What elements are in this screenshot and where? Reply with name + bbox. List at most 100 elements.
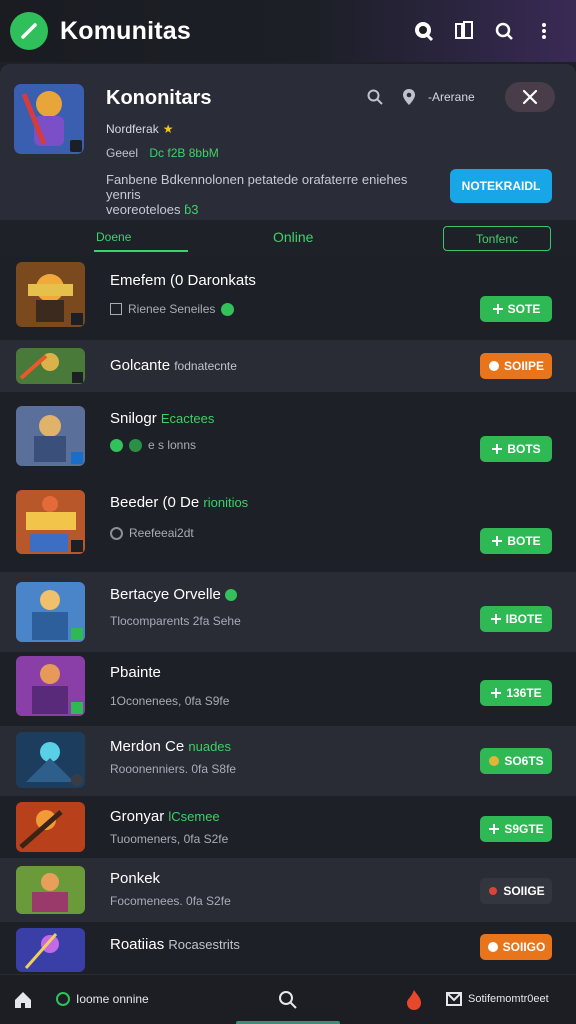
location-pin-icon[interactable] bbox=[400, 88, 418, 106]
item-action-button[interactable]: 136TE bbox=[480, 680, 552, 706]
nav-messages-label: Sotifemomtr0eet bbox=[468, 993, 549, 1005]
item-title-tag: rionitios bbox=[203, 495, 249, 510]
nav-search-icon[interactable] bbox=[278, 990, 298, 1010]
community-sub: Geeel Dc f2B 8bbM bbox=[106, 146, 219, 160]
community-sub-label: Geeel bbox=[106, 146, 139, 160]
plus-icon bbox=[490, 614, 501, 624]
item-subtitle: Tlocomparents 2fa Sehe bbox=[110, 614, 241, 628]
item-subtitle: Rooonenniers. 0fa S8fe bbox=[110, 762, 236, 776]
community-description-line2: veoreoteloes bbox=[106, 202, 181, 217]
item-title-suffix: Rocasestrits bbox=[168, 937, 240, 952]
flame-icon[interactable] bbox=[404, 989, 424, 1011]
item-title-text: Roatiias bbox=[110, 936, 165, 953]
item-thumbnail bbox=[16, 348, 85, 384]
item-action-button[interactable]: BOTS bbox=[480, 436, 552, 462]
item-action-button[interactable]: SOIIPE bbox=[480, 353, 552, 379]
tab-doene[interactable]: Doene bbox=[96, 230, 131, 244]
item-title: Emefem (0 Daronkats bbox=[110, 272, 256, 289]
item-subtitle-text: Reefeeai2dt bbox=[129, 526, 194, 540]
item-subtitle: Reefeeai2dt bbox=[110, 526, 194, 540]
list-item[interactable]: Ponkek Focomenees. 0fa S2fe SOIIGE bbox=[0, 858, 576, 922]
list-item[interactable]: Pbainte 1Oconenees, 0fa S9fe 136TE bbox=[0, 652, 576, 724]
list-item[interactable]: Roatiias Rocasestrits SOIIGO bbox=[0, 922, 576, 974]
star-icon: ★ bbox=[162, 122, 174, 136]
item-subtitle: Tuoomeners, 0fa S2fe bbox=[110, 832, 228, 846]
tab-online[interactable]: Online bbox=[273, 229, 313, 245]
plus-icon bbox=[492, 304, 503, 314]
item-action-label: SOIIPE bbox=[503, 359, 544, 373]
item-action-button[interactable]: S9GTE bbox=[480, 816, 552, 842]
home-icon[interactable] bbox=[12, 989, 34, 1011]
chat-icon[interactable] bbox=[412, 19, 436, 43]
item-action-label: IBOTE bbox=[505, 612, 543, 626]
member-list: Emefem (0 Daronkats Rienee Seneiles SOTE… bbox=[0, 256, 576, 974]
bottom-nav: Ioome onnine Sotifemomtr0eet bbox=[0, 974, 576, 1024]
list-item[interactable]: Gronyar lCsemee Tuoomeners, 0fa S2fe S9G… bbox=[0, 796, 576, 858]
item-action-button[interactable]: SOTE bbox=[480, 296, 552, 322]
flame-icon bbox=[488, 361, 499, 371]
item-action-label: 136TE bbox=[506, 686, 542, 700]
item-subtitle-text: Tuoomeners, 0fa S2fe bbox=[110, 832, 229, 846]
tab-tonfenc[interactable]: Tonfenc bbox=[443, 226, 551, 251]
app-logo-icon[interactable] bbox=[10, 12, 48, 50]
nav-online[interactable]: Ioome onnine bbox=[56, 992, 149, 1006]
plus-icon bbox=[492, 444, 503, 454]
item-subtitle-text: Rooonenniers. 0fa S8fe bbox=[110, 762, 237, 776]
item-title: Golcante fodnatecnte bbox=[110, 357, 237, 374]
list-item[interactable]: Emefem (0 Daronkats Rienee Seneiles SOTE bbox=[0, 256, 576, 338]
item-title: Gronyar lCsemee bbox=[110, 808, 220, 825]
list-item[interactable]: Merdon Ce nuades Rooonenniers. 0fa S8fe … bbox=[0, 726, 576, 796]
item-action-button[interactable]: IBOTE bbox=[480, 606, 552, 632]
coin-icon bbox=[489, 756, 500, 766]
more-vert-icon[interactable] bbox=[532, 19, 556, 43]
item-subtitle-text: e s lonns bbox=[148, 438, 197, 452]
item-title-text: Beeder (0 De bbox=[110, 494, 200, 511]
item-thumbnail bbox=[16, 866, 85, 914]
community-meta-label: Nordferak bbox=[106, 122, 159, 136]
community-name: Kononitars bbox=[106, 87, 212, 109]
card-action-text[interactable]: -Arerane bbox=[428, 90, 475, 104]
community-card: Kononitars Nordferak ★ Geeel Dc f2B 8bbM … bbox=[0, 64, 576, 220]
community-avatar[interactable] bbox=[14, 84, 84, 154]
list-item[interactable]: Golcante fodnatecnte SOIIPE bbox=[0, 340, 576, 392]
item-action-button[interactable]: SOIIGE bbox=[480, 878, 552, 904]
item-action-button[interactable]: SO6TS bbox=[480, 748, 552, 774]
item-title: Ponkek bbox=[110, 870, 160, 887]
status-icon bbox=[110, 526, 123, 540]
badge-icon[interactable] bbox=[452, 19, 476, 43]
search-icon[interactable] bbox=[492, 19, 516, 43]
community-description-main: Fanbene Bdkennolonen petatede orafaterre… bbox=[106, 172, 408, 202]
list-item[interactable]: Snilogr Ecactees e s lonns BOTS bbox=[0, 392, 576, 478]
item-subtitle: Rienee Seneiles bbox=[110, 302, 235, 316]
item-action-button[interactable]: BOTE bbox=[480, 528, 552, 554]
app-header: Komunitas bbox=[0, 0, 576, 62]
close-button[interactable] bbox=[505, 82, 555, 112]
nav-online-label: Ioome onnine bbox=[76, 992, 149, 1006]
item-title-text: Ponkek bbox=[110, 870, 161, 887]
nav-messages[interactable]: Sotifemomtr0eet bbox=[446, 992, 549, 1006]
item-title-text: Pbainte bbox=[110, 664, 161, 681]
notify-button[interactable]: NOTEKRAIDL bbox=[450, 169, 552, 203]
flame-icon bbox=[487, 942, 498, 952]
item-action-label: SOIIGE bbox=[503, 884, 545, 898]
item-thumbnail bbox=[16, 928, 85, 972]
item-action-label: SO6TS bbox=[504, 754, 544, 768]
plus-icon bbox=[491, 688, 502, 698]
item-action-button[interactable]: SOIIGO bbox=[480, 934, 552, 960]
plus-icon bbox=[492, 536, 503, 546]
item-subtitle: Focomenees. 0fa S2fe bbox=[110, 894, 231, 908]
list-item[interactable]: Beeder (0 De rionitios Reefeeai2dt BOTE bbox=[0, 478, 576, 570]
item-thumbnail bbox=[16, 262, 85, 327]
item-action-label: SOIIGO bbox=[502, 940, 546, 954]
item-title: Beeder (0 De rionitios bbox=[110, 494, 248, 511]
item-title-tag: nuades bbox=[188, 739, 232, 754]
app-title: Komunitas bbox=[60, 16, 191, 45]
item-title: Roatiias Rocasestrits bbox=[110, 936, 240, 953]
card-search-icon[interactable] bbox=[366, 88, 384, 106]
item-title-text: Bertacye Orvelle bbox=[110, 586, 221, 603]
gem-icon bbox=[489, 887, 498, 895]
item-subtitle-text: Tlocomparents 2fa Sehe bbox=[110, 614, 241, 628]
item-action-label: SOTE bbox=[507, 302, 541, 316]
item-subtitle: e s lonns bbox=[110, 438, 196, 452]
list-item[interactable]: Bertacye Orvelle Tlocomparents 2fa Sehe … bbox=[0, 572, 576, 652]
